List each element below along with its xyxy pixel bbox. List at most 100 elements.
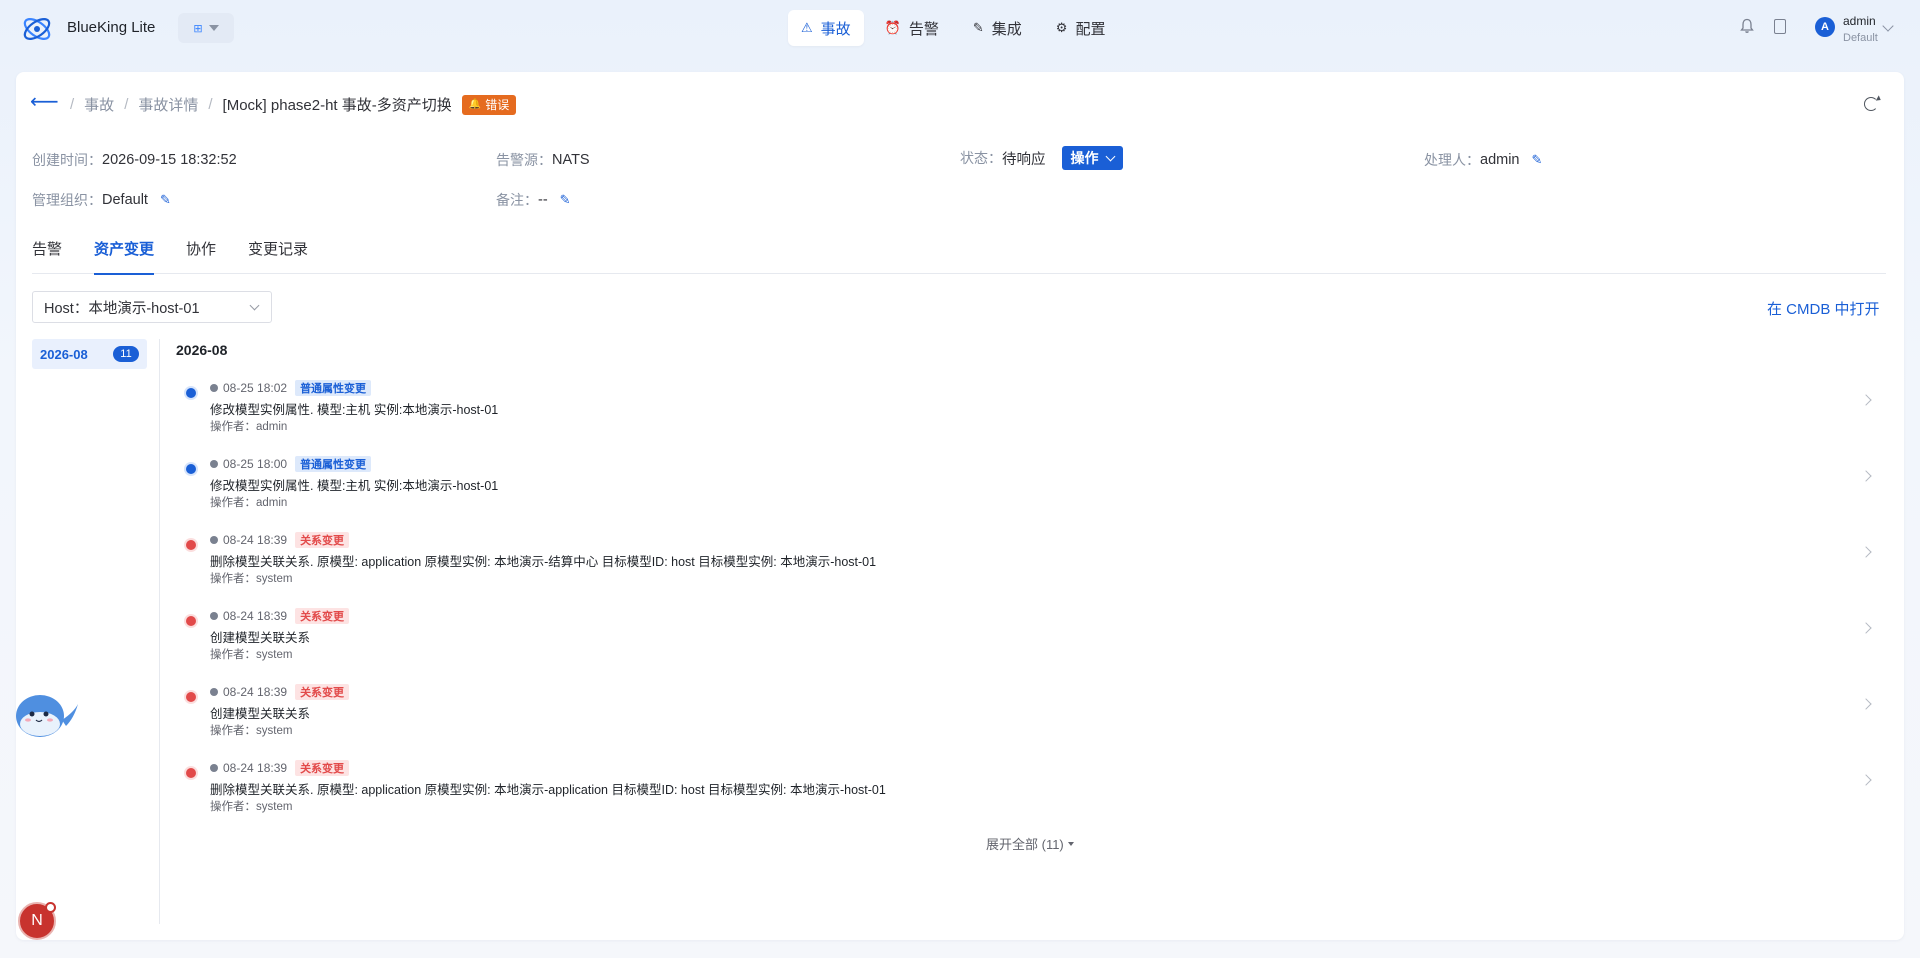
month-filter-item[interactable]: 2026-08 11 bbox=[32, 339, 147, 369]
bell-icon[interactable] bbox=[1740, 18, 1754, 34]
edit-icon[interactable]: ✎ bbox=[560, 193, 572, 206]
nav-item-alarm[interactable]: ⏰ 告警 bbox=[872, 10, 952, 46]
tab-asset-changes[interactable]: 资产变更 bbox=[94, 236, 155, 275]
breadcrumb-item-incident[interactable]: 事故 bbox=[84, 94, 114, 115]
brand-name[interactable]: BlueKing Lite bbox=[67, 19, 155, 36]
tab-collaboration[interactable]: 协作 bbox=[186, 236, 216, 274]
tab-alerts[interactable]: 告警 bbox=[32, 236, 62, 274]
timeline-month-heading: 2026-08 bbox=[176, 342, 228, 358]
nav-item-integration[interactable]: ✎ 集成 bbox=[960, 10, 1035, 46]
chevron-right-icon[interactable] bbox=[1860, 622, 1872, 634]
edit-icon[interactable]: ✎ bbox=[160, 193, 172, 206]
change-type-tag: 普通属性变更 bbox=[295, 456, 372, 472]
entry-description: 创建模型关联关系 bbox=[210, 707, 311, 721]
created-time-value: 2026-09-15 18:32:52 bbox=[102, 152, 237, 168]
nav-item-label: 告警 bbox=[908, 20, 939, 38]
open-in-cmdb-link[interactable]: 在 CMDB 中打开 bbox=[1767, 298, 1880, 319]
entry-meta: 08-24 18:39 关系变更 bbox=[210, 684, 350, 700]
chevron-right-icon[interactable] bbox=[1860, 470, 1872, 482]
timeline-dot bbox=[186, 540, 196, 550]
detail-tabs: 告警 资产变更 协作 变更记录 bbox=[32, 236, 1886, 275]
chevron-right-icon[interactable] bbox=[1860, 698, 1872, 710]
handler-field: 处理人： admin ✎ bbox=[1424, 150, 1544, 170]
entry-meta: 08-24 18:39 关系变更 bbox=[210, 608, 350, 624]
entry-time: 08-24 18:39 bbox=[223, 533, 288, 547]
entry-operator: 操作者：admin bbox=[210, 421, 288, 433]
chevron-down-icon bbox=[1105, 151, 1115, 161]
entry-time: 08-25 18:00 bbox=[223, 457, 288, 471]
clock-dot-icon bbox=[210, 384, 218, 392]
breadcrumb-separator: / bbox=[208, 96, 213, 113]
edit-icon[interactable]: ✎ bbox=[1532, 153, 1544, 166]
operate-dropdown-button[interactable]: 操作 bbox=[1061, 146, 1123, 170]
note-field: 备注： -- ✎ bbox=[496, 190, 572, 210]
breadcrumb-item-detail[interactable]: 事故详情 bbox=[138, 94, 198, 115]
timeline-dot bbox=[186, 388, 196, 398]
timeline-dot bbox=[186, 464, 196, 474]
chevron-right-icon[interactable] bbox=[1860, 394, 1872, 406]
change-type-tag: 普通属性变更 bbox=[295, 380, 372, 396]
divider bbox=[159, 339, 160, 924]
entry-operator: 操作者：admin bbox=[210, 497, 288, 509]
entry-operator: 操作者：system bbox=[210, 573, 293, 585]
nav-item-incident[interactable]: ⚠ 事故 bbox=[788, 10, 864, 46]
document-icon[interactable] bbox=[1774, 19, 1786, 34]
page-title: [Mock] phase2-ht 事故-多资产切换 bbox=[222, 97, 452, 114]
nav-item-label: 配置 bbox=[1075, 20, 1106, 38]
gear-icon: ⚙ bbox=[1055, 20, 1068, 35]
handler-label: 处理人： bbox=[1424, 152, 1480, 168]
created-time-field: 创建时间： 2026-09-15 18:32:52 bbox=[32, 150, 237, 170]
timeline-entry[interactable]: 08-25 18:00 普通属性变更 修改模型实例属性. 模型:主机 实例:本地… bbox=[176, 452, 1876, 522]
chevron-right-icon[interactable] bbox=[1860, 774, 1872, 786]
clock-dot-icon bbox=[210, 536, 218, 544]
timeline-entry[interactable]: 08-24 18:39 关系变更 创建模型关联关系 操作者：system bbox=[176, 680, 1876, 750]
org-label: 管理组织： bbox=[32, 192, 102, 208]
whale-mascot-icon[interactable] bbox=[8, 686, 80, 742]
notification-n-button[interactable]: N bbox=[18, 902, 56, 940]
entry-description: 创建模型关联关系 bbox=[210, 631, 311, 645]
org-value: Default bbox=[102, 192, 148, 208]
timeline-entry[interactable]: 08-24 18:39 关系变更 创建模型关联关系 操作者：system bbox=[176, 604, 1876, 674]
nav-item-settings[interactable]: ⚙ 配置 bbox=[1043, 10, 1119, 46]
tab-change-log[interactable]: 变更记录 bbox=[248, 236, 308, 274]
timeline-entry[interactable]: 08-24 18:39 关系变更 删除模型关联关系. 原模型: applicat… bbox=[176, 528, 1876, 598]
refresh-icon[interactable] bbox=[1864, 97, 1878, 111]
indicator-dot bbox=[45, 902, 56, 913]
chevron-right-icon[interactable] bbox=[1860, 546, 1872, 558]
change-type-tag: 关系变更 bbox=[295, 760, 350, 776]
count-badge: 11 bbox=[113, 346, 139, 362]
breadcrumb-separator: / bbox=[124, 96, 129, 113]
n-badge-label: N bbox=[31, 912, 43, 929]
change-type-tag: 关系变更 bbox=[295, 532, 350, 548]
entry-time: 08-24 18:39 bbox=[223, 685, 288, 699]
month-label: 2026-08 bbox=[40, 346, 88, 362]
breadcrumb-separator: / bbox=[70, 96, 75, 113]
clock-dot-icon bbox=[210, 688, 218, 696]
top-navbar: BlueKing Lite ⊞ ⚠ 事故 ⏰ 告警 ✎ 集成 ⚙ 配置 A ad… bbox=[0, 0, 1920, 56]
blueking-logo-icon[interactable] bbox=[20, 13, 54, 45]
app-switcher-button[interactable]: ⊞ bbox=[178, 13, 234, 43]
entry-operator: 操作者：system bbox=[210, 649, 293, 661]
avatar[interactable]: A bbox=[1815, 17, 1835, 37]
user-org: Default bbox=[1843, 32, 1878, 44]
status-value: 待响应 bbox=[1002, 151, 1046, 168]
chevron-down-icon[interactable] bbox=[1882, 20, 1894, 32]
alert-source-value: NATS bbox=[552, 152, 590, 168]
nav-item-label: 集成 bbox=[991, 20, 1022, 38]
host-select-value: Host：本地演示-host-01 bbox=[44, 300, 200, 317]
entry-description: 修改模型实例属性. 模型:主机 实例:本地演示-host-01 bbox=[210, 403, 499, 417]
timeline-entry[interactable]: 08-24 18:39 关系变更 删除模型关联关系. 原模型: applicat… bbox=[176, 756, 1876, 826]
change-type-tag: 关系变更 bbox=[295, 608, 350, 624]
timeline-dot bbox=[186, 616, 196, 626]
expand-all-button[interactable]: 展开全部 (11) bbox=[986, 834, 1074, 853]
user-name[interactable]: admin bbox=[1843, 14, 1876, 28]
entry-operator: 操作者：system bbox=[210, 725, 293, 737]
entry-time: 08-24 18:39 bbox=[223, 761, 288, 775]
entry-description: 删除模型关联关系. 原模型: application 原模型实例: 本地演示-结… bbox=[210, 555, 877, 569]
note-label: 备注： bbox=[496, 192, 538, 208]
timeline-entry[interactable]: 08-25 18:02 普通属性变更 修改模型实例属性. 模型:主机 实例:本地… bbox=[176, 376, 1876, 446]
entry-operator: 操作者：system bbox=[210, 801, 293, 813]
back-arrow-icon[interactable]: ⟵ bbox=[30, 92, 59, 112]
host-select[interactable]: Host：本地演示-host-01 bbox=[32, 291, 272, 323]
alert-source-label: 告警源： bbox=[496, 152, 552, 168]
